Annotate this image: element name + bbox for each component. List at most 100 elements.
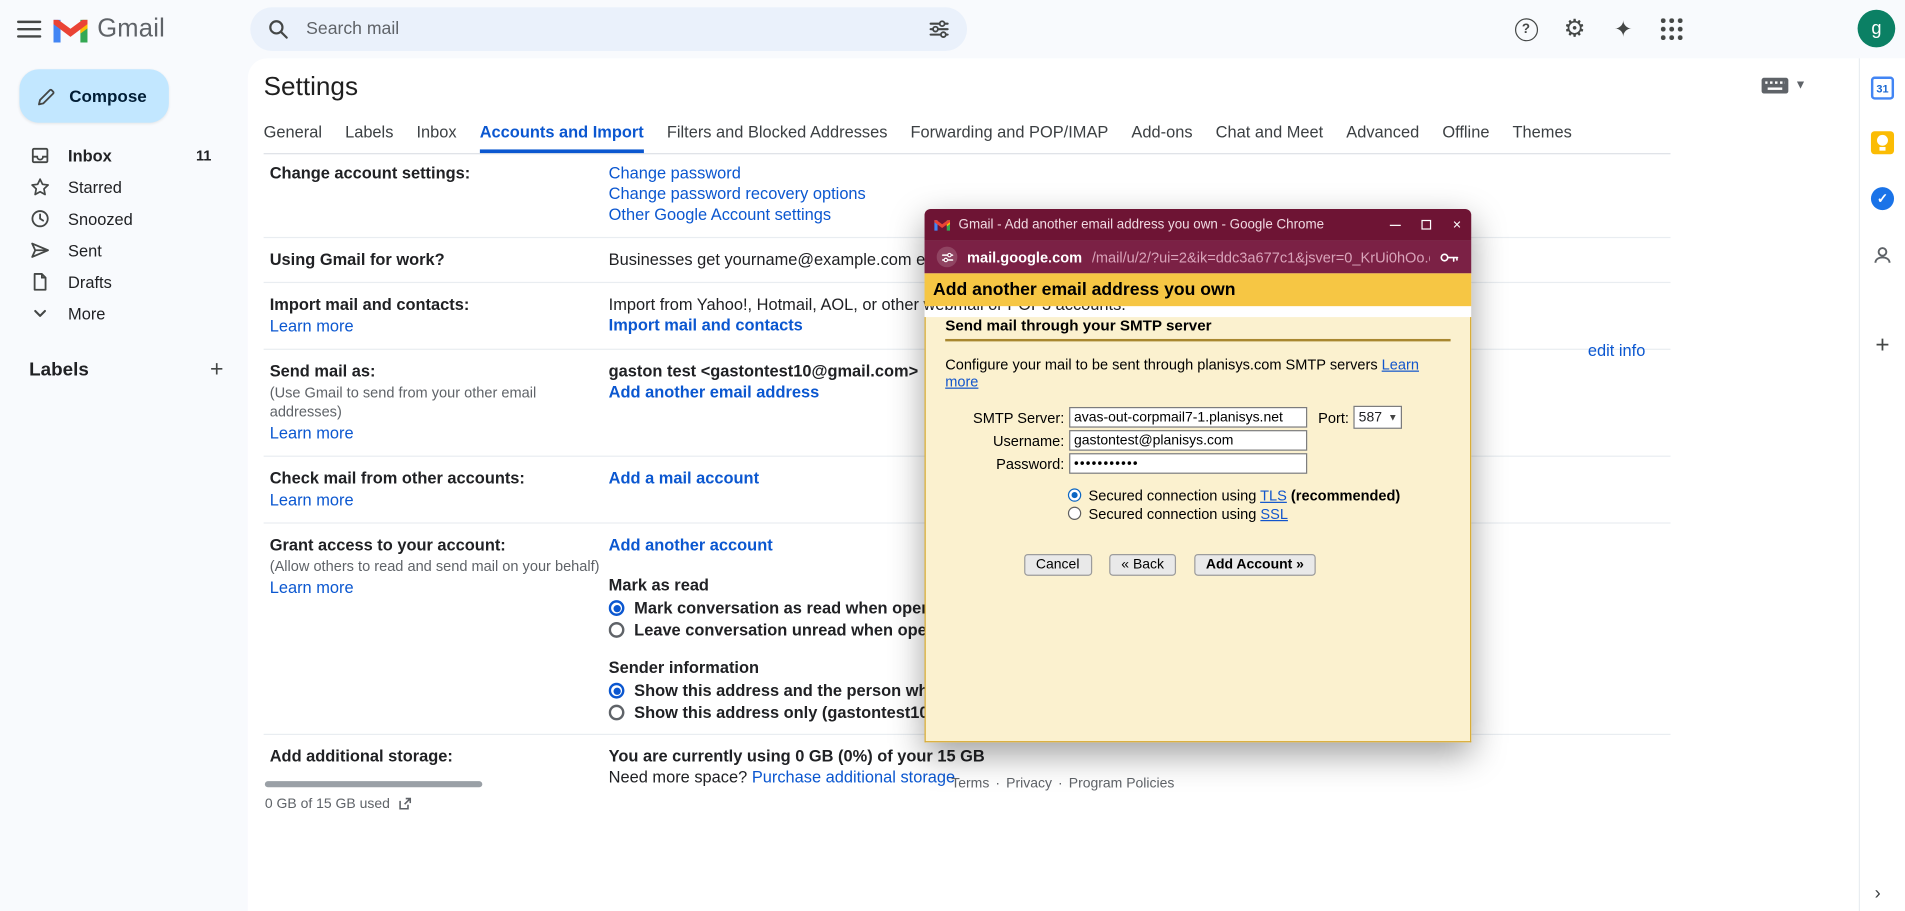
need-more-space-text: Need more space? (609, 768, 748, 786)
sidebar-item-snoozed[interactable]: Snoozed (0, 203, 238, 235)
search-filter-tune-icon[interactable] (928, 18, 950, 40)
tab-forwarding-pop-imap[interactable]: Forwarding and POP/IMAP (911, 112, 1109, 153)
ssl-link[interactable]: SSL (1260, 505, 1288, 522)
row-label: Import mail and contacts: (270, 294, 609, 315)
keyboard-icon (1762, 78, 1789, 94)
horizontal-scrollbar[interactable] (265, 781, 482, 787)
recommended-text: (recommended) (1291, 487, 1400, 504)
help-icon[interactable]: ? (1511, 15, 1540, 44)
popup-title-bar[interactable]: Gmail - Add another email address you ow… (925, 209, 1472, 241)
radio-unselected[interactable] (609, 622, 625, 638)
sidebar-item-label: Sent (68, 241, 102, 259)
radio-selected[interactable] (609, 683, 625, 699)
row-label: Check mail from other accounts: (270, 468, 609, 489)
smtp-form: SMTP Server: Port: 587 ▼ Username: Passw… (926, 406, 1470, 475)
tab-filters-blocked[interactable]: Filters and Blocked Addresses (667, 112, 888, 153)
tab-offline[interactable]: Offline (1442, 112, 1489, 153)
ssl-option[interactable]: Secured connection using SSL (1068, 504, 1470, 522)
tab-advanced[interactable]: Advanced (1346, 112, 1419, 153)
back-button[interactable]: « Back (1109, 554, 1176, 576)
username-label: Username: (926, 432, 1069, 449)
sidebar-item-inbox[interactable]: Inbox 11 (0, 140, 238, 172)
contacts-icon[interactable] (1871, 244, 1894, 267)
compose-button[interactable]: Compose (19, 69, 168, 122)
row-label: Grant access to your account: (270, 535, 609, 556)
inbox-unread-count: 11 (196, 147, 211, 164)
tls-link[interactable]: TLS (1260, 487, 1287, 504)
inbox-icon (29, 145, 51, 167)
popup-window-title: Gmail - Add another email address you ow… (959, 217, 1375, 232)
smtp-server-input[interactable] (1069, 407, 1307, 428)
section-divider (945, 339, 1450, 341)
radio-selected[interactable] (1068, 488, 1081, 501)
gemini-sparkle-icon[interactable]: ✦ (1609, 15, 1638, 44)
popup-address-bar[interactable]: mail.google.com/mail/u/2/?ui=2&ik=ddc3a6… (925, 241, 1472, 274)
edit-info-link[interactable]: edit info (1588, 341, 1645, 359)
tab-add-ons[interactable]: Add-ons (1131, 112, 1192, 153)
password-key-icon[interactable] (1440, 250, 1459, 265)
add-account-button[interactable]: Add Account » (1194, 554, 1316, 576)
password-label: Password: (926, 455, 1069, 472)
external-link-icon[interactable] (397, 796, 413, 812)
collapse-panel-chevron-icon[interactable]: › (1875, 883, 1881, 904)
radio-selected[interactable] (609, 600, 625, 616)
learn-more-link[interactable]: Learn more (270, 316, 609, 337)
page-title: Settings (264, 72, 358, 102)
tasks-icon[interactable]: ✓ (1871, 187, 1894, 210)
learn-more-link[interactable]: Learn more (270, 423, 609, 444)
dialog-header: Add another email address you own (925, 273, 1472, 306)
learn-more-link[interactable]: Learn more (270, 577, 609, 598)
sidebar-item-more[interactable]: More (0, 298, 238, 330)
create-label-plus-icon[interactable]: + (210, 358, 223, 381)
port-label: Port: (1318, 409, 1349, 426)
close-icon[interactable]: ✕ (1452, 219, 1461, 230)
minimize-icon[interactable] (1390, 224, 1401, 225)
window-controls: ✕ (1390, 219, 1461, 230)
account-avatar[interactable]: g (1858, 10, 1896, 48)
radio-unselected[interactable] (609, 705, 625, 721)
maximize-icon[interactable] (1422, 220, 1432, 230)
change-password-link[interactable]: Change password (609, 163, 1467, 184)
tab-themes[interactable]: Themes (1513, 112, 1572, 153)
tab-chat-and-meet[interactable]: Chat and Meet (1216, 112, 1324, 153)
tab-accounts-and-import[interactable]: Accounts and Import (480, 112, 644, 153)
sidebar-item-sent[interactable]: Sent (0, 234, 238, 266)
pencil-icon (36, 86, 57, 107)
tls-option[interactable]: Secured connection using TLS (recommende… (1068, 486, 1470, 504)
caret-down-icon: ▼ (1795, 79, 1807, 92)
right-side-panel: 31 ✓ + › (1859, 58, 1905, 911)
footer-links: Terms · Privacy · Program Policies (951, 776, 1174, 791)
terms-link[interactable]: Terms (951, 776, 989, 791)
settings-gear-icon[interactable]: ⚙ (1560, 15, 1589, 44)
privacy-link[interactable]: Privacy (1006, 776, 1052, 791)
hamburger-menu-icon[interactable] (17, 16, 41, 40)
google-apps-grid-icon[interactable] (1657, 15, 1686, 44)
row-label: Send mail as: (270, 361, 609, 382)
gmail-logo[interactable]: Gmail (53, 15, 165, 44)
change-password-recovery-link[interactable]: Change password recovery options (609, 183, 1467, 204)
port-select[interactable]: 587 ▼ (1354, 406, 1403, 429)
tab-labels[interactable]: Labels (345, 112, 393, 153)
radio-unselected[interactable] (1068, 507, 1081, 520)
calendar-icon[interactable]: 31 (1871, 77, 1894, 100)
add-addon-plus-icon[interactable]: + (1871, 334, 1894, 357)
input-tools-toggle[interactable]: ▼ (1762, 78, 1807, 94)
keep-icon[interactable] (1871, 131, 1894, 154)
tab-inbox[interactable]: Inbox (417, 112, 457, 153)
compose-label: Compose (69, 86, 147, 105)
purchase-additional-storage-link[interactable]: Purchase additional storage (752, 768, 955, 786)
search-input[interactable] (304, 18, 928, 40)
search-bar[interactable] (250, 7, 967, 51)
password-input[interactable] (1069, 453, 1307, 474)
smtp-intro-text: Configure your mail to be sent through p… (945, 356, 1377, 373)
learn-more-link[interactable]: Learn more (270, 490, 609, 511)
sidebar-item-starred[interactable]: Starred (0, 171, 238, 203)
tab-general[interactable]: General (264, 112, 322, 153)
sidebar-item-drafts[interactable]: Drafts (0, 266, 238, 298)
username-input[interactable] (1069, 430, 1307, 451)
sidebar-item-label: Inbox (68, 146, 112, 164)
site-info-icon[interactable] (937, 247, 958, 268)
cancel-button[interactable]: Cancel (1024, 554, 1092, 576)
clock-icon (29, 208, 51, 230)
program-policies-link[interactable]: Program Policies (1069, 776, 1175, 791)
